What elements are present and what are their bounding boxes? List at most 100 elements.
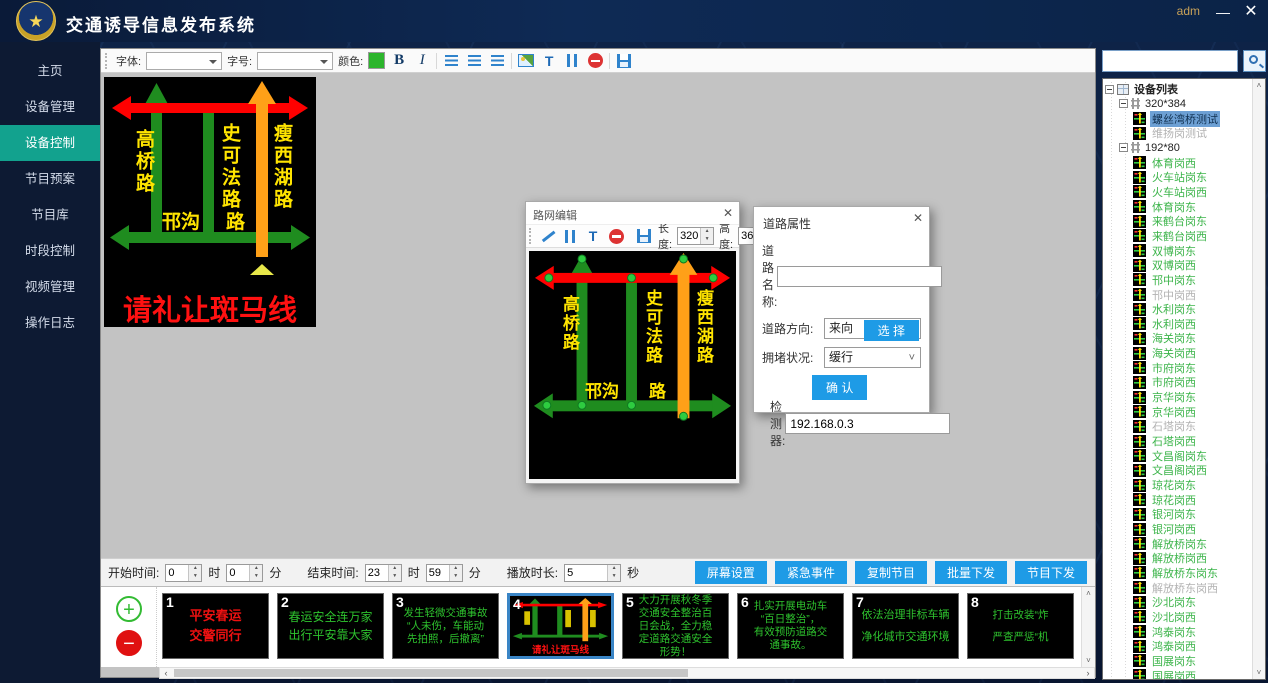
tree-row[interactable]: 来鹤台岗东	[1105, 214, 1251, 229]
end-min-stepper[interactable]: ▲▼	[426, 564, 463, 582]
tree-row[interactable]: 体育岗西	[1105, 155, 1251, 170]
tree-row[interactable]: 192*80	[1105, 141, 1251, 156]
bold-button[interactable]: B	[390, 52, 408, 70]
tree-row[interactable]: 银河岗西	[1105, 522, 1251, 537]
confirm-button[interactable]: 确 认	[812, 375, 867, 400]
tree-row[interactable]: 琼花岗东	[1105, 478, 1251, 493]
tree-row[interactable]: 石塔岗东	[1105, 419, 1251, 434]
tree-row[interactable]: 320*384	[1105, 97, 1251, 112]
expand-icon[interactable]	[1119, 99, 1128, 108]
sidebar-item[interactable]: 时段控制	[0, 233, 100, 269]
duration-stepper[interactable]: ▲▼	[564, 564, 621, 582]
sidebar-item[interactable]: 操作日志	[0, 305, 100, 341]
search-button[interactable]	[1243, 50, 1266, 72]
spin-down-icon[interactable]: ▼	[701, 236, 713, 244]
road-network-icon[interactable]	[565, 53, 579, 68]
tree-row[interactable]: 海关岗西	[1105, 346, 1251, 361]
expand-icon[interactable]	[1105, 85, 1114, 94]
save-road-icon[interactable]	[637, 229, 651, 243]
end-hour-input[interactable]	[366, 565, 388, 581]
spin-down-icon[interactable]: ▼	[250, 573, 262, 581]
sidebar-item[interactable]: 节目预案	[0, 161, 100, 197]
select-detector-button[interactable]: 选 择	[864, 320, 919, 341]
align-center-icon[interactable]	[468, 55, 481, 66]
playlist-horizontal-scrollbar[interactable]: ‹ ›	[159, 667, 1095, 679]
sign-preview[interactable]: 高桥路 史可法路 瘦西湖路 邗沟 路 请礼让斑马线	[104, 77, 316, 327]
start-hour-input[interactable]	[166, 565, 188, 581]
tree-row[interactable]: 京华岗东	[1105, 390, 1251, 405]
road-text-icon[interactable]: T	[584, 227, 602, 245]
tree-row[interactable]: 沙北岗东	[1105, 595, 1251, 610]
sidebar-item[interactable]: 节目库	[0, 197, 100, 233]
tree-row[interactable]: 体育岗东	[1105, 199, 1251, 214]
tree-row[interactable]: 螺丝湾桥测试	[1105, 111, 1251, 126]
align-left-icon[interactable]	[445, 55, 458, 66]
spin-up-icon[interactable]: ▲	[608, 565, 620, 573]
route-editor-close-icon[interactable]: ✕	[723, 206, 733, 220]
program-thumb-8[interactable]: 8 打击改装“炸 严查严惩“机	[967, 593, 1074, 659]
program-thumb-7[interactable]: 7 依法治理非标车辆 净化城市交通环境	[852, 593, 959, 659]
spin-up-icon[interactable]: ▲	[450, 565, 462, 573]
delete-icon[interactable]	[588, 53, 603, 68]
tree-row[interactable]: 石塔岗西	[1105, 434, 1251, 449]
tree-row[interactable]: 来鹤台岗西	[1105, 229, 1251, 244]
spin-down-icon[interactable]: ▼	[389, 573, 401, 581]
spin-up-icon[interactable]: ▲	[389, 565, 401, 573]
program-thumb-6[interactable]: 6 扎实开展电动车 “百日整治”， 有效预防道路交 通事故。	[737, 593, 844, 659]
spin-up-icon[interactable]: ▲	[250, 565, 262, 573]
tree-row[interactable]: 市府岗西	[1105, 375, 1251, 390]
length-stepper[interactable]: ▲▼	[677, 227, 714, 245]
expand-icon[interactable]	[1119, 143, 1128, 152]
duration-input[interactable]	[565, 565, 607, 581]
length-input[interactable]	[678, 228, 700, 244]
action-button[interactable]: 复制节目	[855, 561, 927, 584]
tree-row[interactable]: 文昌阁岗东	[1105, 448, 1251, 463]
scroll-up-icon[interactable]: ˄	[1253, 81, 1265, 90]
remove-program-button[interactable]: −	[116, 630, 142, 656]
close-icon[interactable]: ✕	[1240, 2, 1262, 22]
detector-field[interactable]	[785, 413, 950, 434]
action-button[interactable]: 批量下发	[935, 561, 1007, 584]
spin-up-icon[interactable]: ▲	[701, 228, 713, 236]
road-props-close-icon[interactable]: ✕	[913, 211, 923, 225]
tree-row[interactable]: 双博岗东	[1105, 243, 1251, 258]
playlist-vertical-scrollbar[interactable]: ˄ ˅	[1081, 587, 1095, 667]
size-select[interactable]	[257, 52, 333, 70]
scroll-right-icon[interactable]: ›	[1082, 668, 1094, 678]
program-thumb-1[interactable]: 1 平安春运 交警同行	[162, 593, 269, 659]
program-thumb-2[interactable]: 2 春运安全连万家 出行平安靠大家	[277, 593, 384, 659]
program-thumb-4-selected[interactable]: 4 请礼让斑马线	[507, 593, 614, 659]
road-name-field[interactable]	[777, 266, 942, 287]
tree-row[interactable]: 京华岗西	[1105, 404, 1251, 419]
tree-row[interactable]: 火车站岗西	[1105, 185, 1251, 200]
tree-row[interactable]: 解放桥东岗西	[1105, 580, 1251, 595]
route-editor-canvas[interactable]: 高桥路 史可法路 瘦西湖路 邗沟 路	[529, 251, 736, 479]
align-right-icon[interactable]	[491, 55, 504, 66]
end-hour-stepper[interactable]: ▲▼	[365, 564, 402, 582]
tree-row[interactable]: 设备列表	[1105, 82, 1251, 97]
road-segment-icon[interactable]	[563, 229, 577, 244]
scrollbar-thumb[interactable]	[174, 669, 688, 677]
tree-row[interactable]: 邗中岗东	[1105, 273, 1251, 288]
tree-row[interactable]: 邗中岗西	[1105, 287, 1251, 302]
sidebar-item[interactable]: 视频管理	[0, 269, 100, 305]
save-icon[interactable]	[617, 54, 631, 68]
tree-scrollbar[interactable]: ˄ ˅	[1252, 79, 1265, 679]
action-button[interactable]: 节目下发	[1015, 561, 1087, 584]
scroll-down-icon[interactable]: ˅	[1253, 668, 1265, 677]
color-swatch[interactable]	[368, 52, 385, 69]
spin-down-icon[interactable]: ▼	[608, 573, 620, 581]
tree-row[interactable]: 维扬岗测试	[1105, 126, 1251, 141]
action-button[interactable]: 屏幕设置	[695, 561, 767, 584]
program-thumb-3[interactable]: 3 发生轻微交通事故 “人未伤，车能动 先拍照，后撤离”	[392, 593, 499, 659]
tree-row[interactable]: 鸿泰岗西	[1105, 639, 1251, 654]
start-min-stepper[interactable]: ▲▼	[226, 564, 263, 582]
tree-row[interactable]: 银河岗东	[1105, 507, 1251, 522]
insert-image-icon[interactable]	[518, 54, 534, 67]
tree-row[interactable]: 国展岗东	[1105, 654, 1251, 669]
tree-row[interactable]: 双博岗西	[1105, 258, 1251, 273]
tree-row[interactable]: 琼花岗西	[1105, 492, 1251, 507]
device-search-input[interactable]	[1102, 50, 1238, 72]
scroll-up-icon[interactable]: ˄	[1082, 589, 1095, 598]
tree-row[interactable]: 解放桥岗东	[1105, 536, 1251, 551]
